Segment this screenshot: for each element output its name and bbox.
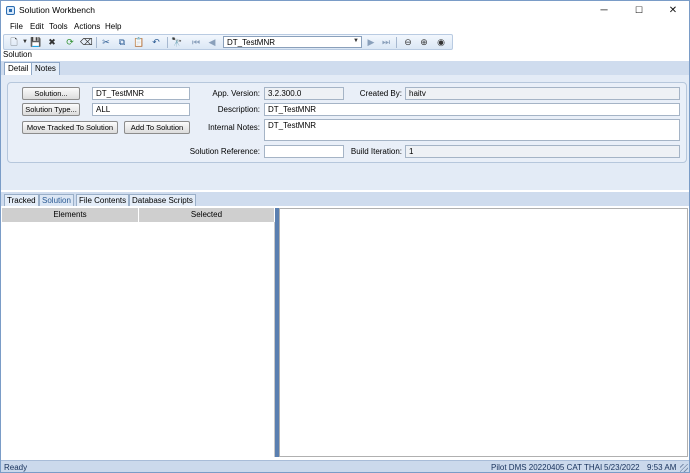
paste-icon[interactable]: 📋	[133, 36, 145, 48]
previous-record-icon[interactable]: ◀	[206, 36, 218, 48]
status-bar: Ready Pilot DMS 20220405 CAT THAI 5/23/2…	[1, 460, 689, 472]
cut-icon[interactable]: ✂	[100, 36, 112, 48]
tab-file-contents[interactable]: File Contents	[76, 194, 130, 206]
title-bar: Solution Workbench ─ ☐ ✕	[1, 1, 689, 20]
elements-grid[interactable]: Elements Selected	[2, 208, 275, 457]
toolbar: 🗋 ▼ 💾 ✖ ⟳ ⌫ ✂ ⧉ 📋 ↶ 🔭 ⏮ ◀ DT_TestMNR ▼ ▶…	[3, 34, 453, 50]
detail-area: Solution... DT_TestMNR Solution Type... …	[1, 75, 689, 190]
detail-tabs: Detail Notes	[1, 61, 689, 76]
status-date: 5/23/2022	[604, 463, 640, 472]
clear-icon[interactable]: ⌫	[80, 36, 93, 48]
app-version-field[interactable]: 3.2.300.0	[264, 87, 344, 100]
save-icon[interactable]: 💾	[30, 36, 42, 48]
next-record-icon[interactable]: ▶	[365, 36, 377, 48]
toolbar-separator	[167, 37, 168, 48]
build-iteration-field[interactable]: 1	[405, 145, 680, 158]
content-pane[interactable]	[279, 208, 688, 457]
toolbar-separator	[396, 37, 397, 48]
refresh-icon[interactable]: ⟳	[64, 36, 76, 48]
solution-reference-field[interactable]	[264, 145, 344, 158]
status-text: Ready	[4, 463, 28, 472]
solution-type-button[interactable]: Solution Type...	[22, 103, 80, 116]
status-environment: Pilot DMS 20220405 CAT THAI	[491, 463, 603, 472]
app-version-label: App. Version:	[212, 89, 260, 98]
menu-file[interactable]: File	[10, 22, 23, 31]
resize-grip[interactable]	[680, 464, 688, 472]
delete-icon[interactable]: ✖	[46, 36, 58, 48]
close-button[interactable]: ✕	[656, 1, 689, 20]
menu-edit[interactable]: Edit	[30, 22, 44, 31]
tab-detail[interactable]: Detail	[4, 62, 33, 76]
menu-help[interactable]: Help	[105, 22, 121, 31]
bottom-tabs: Tracked Solution File Contents Database …	[1, 192, 689, 206]
tab-notes[interactable]: Notes	[31, 62, 60, 75]
undo-icon[interactable]: ↶	[150, 36, 162, 48]
description-field[interactable]: DT_TestMNR	[264, 103, 680, 116]
copy-icon[interactable]: ⧉	[116, 36, 128, 48]
window-title: Solution Workbench	[19, 5, 95, 15]
first-record-icon[interactable]: ⏮	[190, 36, 202, 48]
maximize-button[interactable]: ☐	[622, 1, 656, 20]
move-tracked-to-solution-button[interactable]: Move Tracked To Solution	[22, 121, 118, 134]
internal-notes-field[interactable]: DT_TestMNR	[264, 119, 680, 141]
created-by-field[interactable]: haitv	[405, 87, 680, 100]
description-label: Description:	[217, 105, 260, 114]
created-by-label: Created By:	[359, 89, 402, 98]
solution-workbench-window: Solution Workbench ─ ☐ ✕ File Edit Tools…	[0, 0, 690, 473]
app-icon	[6, 6, 15, 15]
menu-actions[interactable]: Actions	[74, 22, 100, 31]
solution-field[interactable]: DT_TestMNR	[92, 87, 190, 100]
toolbar-separator	[96, 37, 97, 48]
solution-combo-value: DT_TestMNR	[227, 38, 276, 47]
last-record-icon[interactable]: ⏭	[380, 36, 392, 48]
tab-tracked[interactable]: Tracked	[4, 194, 39, 206]
menu-bar: File Edit Tools Actions Help	[1, 20, 689, 34]
back-icon[interactable]: ⊖	[402, 36, 414, 48]
solution-reference-label: Solution Reference:	[189, 147, 260, 156]
internal-notes-label: Internal Notes:	[207, 123, 260, 132]
find-icon[interactable]: 🔭	[171, 36, 183, 48]
tab-database-scripts[interactable]: Database Scripts	[129, 194, 196, 206]
chevron-down-icon[interactable]: ▼	[353, 38, 359, 44]
solution-button[interactable]: Solution...	[22, 87, 80, 100]
section-label: Solution	[3, 50, 32, 59]
menu-tools[interactable]: Tools	[49, 22, 68, 31]
solution-combo[interactable]: DT_TestMNR ▼	[223, 36, 362, 48]
minimize-button[interactable]: ─	[587, 1, 621, 20]
status-time: 9:53 AM	[647, 463, 677, 472]
detail-panel: Solution... DT_TestMNR Solution Type... …	[7, 82, 687, 163]
stop-icon[interactable]: ◉	[435, 36, 447, 48]
column-header-elements[interactable]: Elements	[2, 208, 139, 222]
tab-solution[interactable]: Solution	[39, 194, 74, 206]
build-iteration-label: Build Iteration:	[350, 147, 402, 156]
column-header-selected[interactable]: Selected	[139, 208, 275, 222]
forward-icon[interactable]: ⊕	[418, 36, 430, 48]
add-to-solution-button[interactable]: Add To Solution	[124, 121, 190, 134]
solution-type-field[interactable]: ALL	[92, 103, 190, 116]
